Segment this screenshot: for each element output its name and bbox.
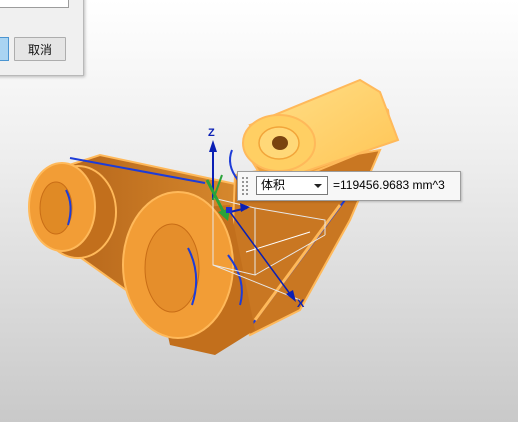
top-hole xyxy=(272,136,288,150)
dialog-input-field[interactable] xyxy=(0,0,69,8)
x-axis-label: X xyxy=(297,298,305,310)
chevron-down-icon xyxy=(314,184,322,188)
dialog-panel: 取消 xyxy=(0,0,84,76)
drag-handle[interactable] xyxy=(241,176,249,196)
z-axis-label: Z xyxy=(208,127,215,139)
front-boss-hole xyxy=(144,223,200,313)
measure-type-selected: 体积 xyxy=(261,178,286,192)
measure-readout: 体积 =119456.9683 mm^3 xyxy=(237,171,461,201)
measure-type-select[interactable]: 体积 xyxy=(256,176,328,195)
cancel-button[interactable]: 取消 xyxy=(14,37,66,61)
left-boss-hole xyxy=(39,181,73,235)
measure-value: =119456.9683 mm^3 xyxy=(333,178,445,192)
ok-button[interactable] xyxy=(0,37,9,61)
